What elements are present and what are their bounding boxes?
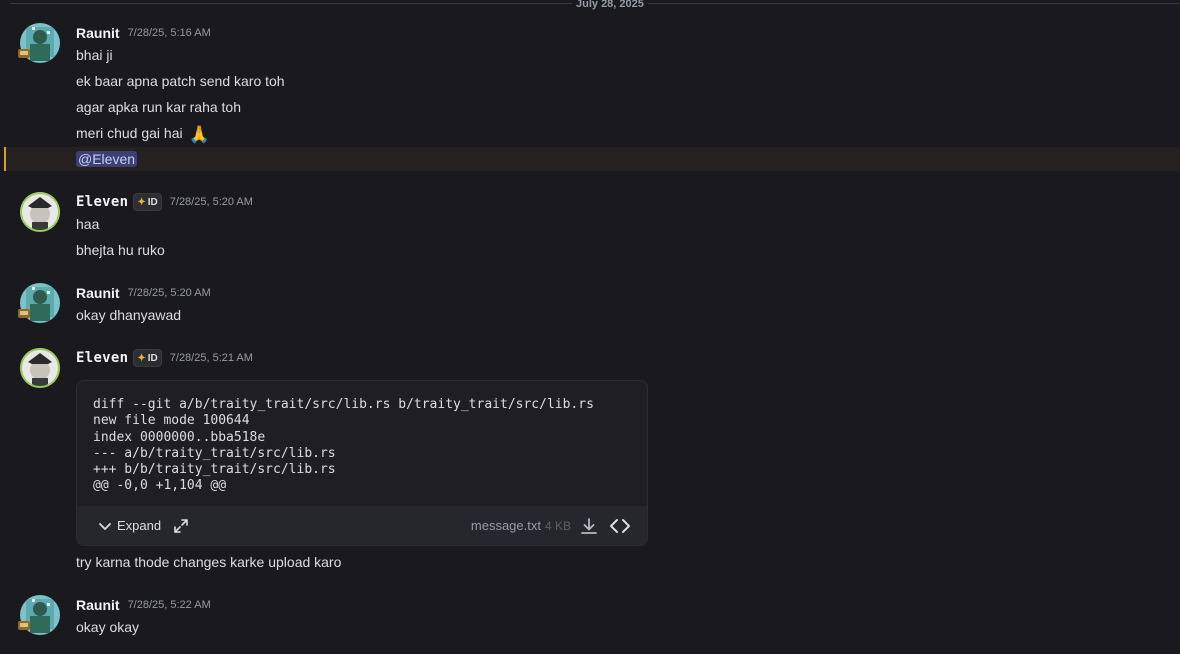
message-header: Eleven ✦ ID 7/28/25, 5:20 AM: [76, 192, 253, 212]
message-header: Eleven ✦ ID 7/28/25, 5:21 AM: [76, 348, 253, 368]
timestamp[interactable]: 7/28/25, 5:16 AM: [128, 27, 211, 39]
timestamp[interactable]: 7/28/25, 5:20 AM: [128, 287, 211, 299]
avatar-decoration-icon: [16, 617, 32, 633]
message-text: bhejta hu ruko: [76, 242, 165, 258]
message-text: meri chud gai hai: [76, 125, 183, 141]
expand-arrows-icon[interactable]: [173, 518, 189, 534]
code-preview: diff --git a/b/traity_trait/src/lib.rs b…: [93, 397, 594, 494]
message-header: Raunit 7/28/25, 5:22 AM: [76, 595, 211, 615]
deer-emblem-icon: ✦: [137, 352, 146, 364]
timestamp[interactable]: 7/28/25, 5:22 AM: [128, 599, 211, 611]
mention-highlight-row: [4, 147, 1180, 171]
date-divider-label: July 28, 2025: [572, 0, 648, 10]
file-name: message.txt: [470, 518, 541, 533]
username[interactable]: Raunit: [76, 285, 120, 301]
message-header: Raunit 7/28/25, 5:16 AM: [76, 23, 211, 43]
attachment-footer: Expand message.txt 4 KB: [77, 506, 647, 545]
message-text: agar apka run kar raha toh: [76, 99, 241, 115]
guild-tag-badge[interactable]: ✦ ID: [133, 193, 162, 211]
username[interactable]: Raunit: [76, 597, 120, 613]
username[interactable]: Eleven: [76, 194, 128, 210]
timestamp[interactable]: 7/28/25, 5:21 AM: [170, 352, 253, 364]
message-text-row: @Eleven: [76, 150, 138, 168]
chat-messages-pane[interactable]: July 28, 2025 Raunit 7/28/25, 5:16 AM bh…: [0, 0, 1180, 654]
message-text: bhai ji: [76, 47, 113, 63]
avatar-decoration-icon: [16, 45, 32, 61]
guild-tag-label: ID: [147, 352, 158, 364]
message-text: okay dhanyawad: [76, 307, 182, 323]
download-icon[interactable]: [579, 516, 599, 536]
expand-button[interactable]: Expand: [97, 518, 161, 534]
expand-label: Expand: [117, 518, 162, 533]
username[interactable]: Eleven: [76, 350, 128, 366]
text-file-attachment[interactable]: diff --git a/b/traity_trait/src/lib.rs b…: [76, 380, 648, 546]
username[interactable]: Raunit: [76, 25, 120, 41]
file-size: 4 KB: [544, 518, 571, 533]
user-mention[interactable]: @Eleven: [76, 151, 138, 167]
code-icon[interactable]: [609, 516, 631, 536]
timestamp[interactable]: 7/28/25, 5:20 AM: [170, 196, 253, 208]
folded-hands-emoji-icon[interactable]: 🙏: [189, 125, 210, 144]
message-text-row: meri chud gai hai 🙏: [76, 124, 210, 144]
date-divider: July 28, 2025: [10, 0, 1180, 10]
guild-tag-label: ID: [147, 196, 158, 208]
attachment-meta: message.txt 4 KB: [471, 516, 631, 536]
avatar[interactable]: [20, 192, 60, 232]
message-text: try karna thode changes karke upload kar…: [76, 554, 342, 570]
avatar-decoration-icon: [16, 305, 32, 321]
message-text: ek baar apna patch send karo toh: [76, 73, 285, 89]
message-text: haa: [76, 216, 100, 232]
guild-tag-badge[interactable]: ✦ ID: [133, 349, 162, 367]
deer-emblem-icon: ✦: [137, 196, 146, 208]
chevron-down-icon: [99, 522, 111, 530]
message-header: Raunit 7/28/25, 5:20 AM: [76, 283, 211, 303]
avatar[interactable]: [20, 348, 60, 388]
message-text: okay okay: [76, 619, 140, 635]
